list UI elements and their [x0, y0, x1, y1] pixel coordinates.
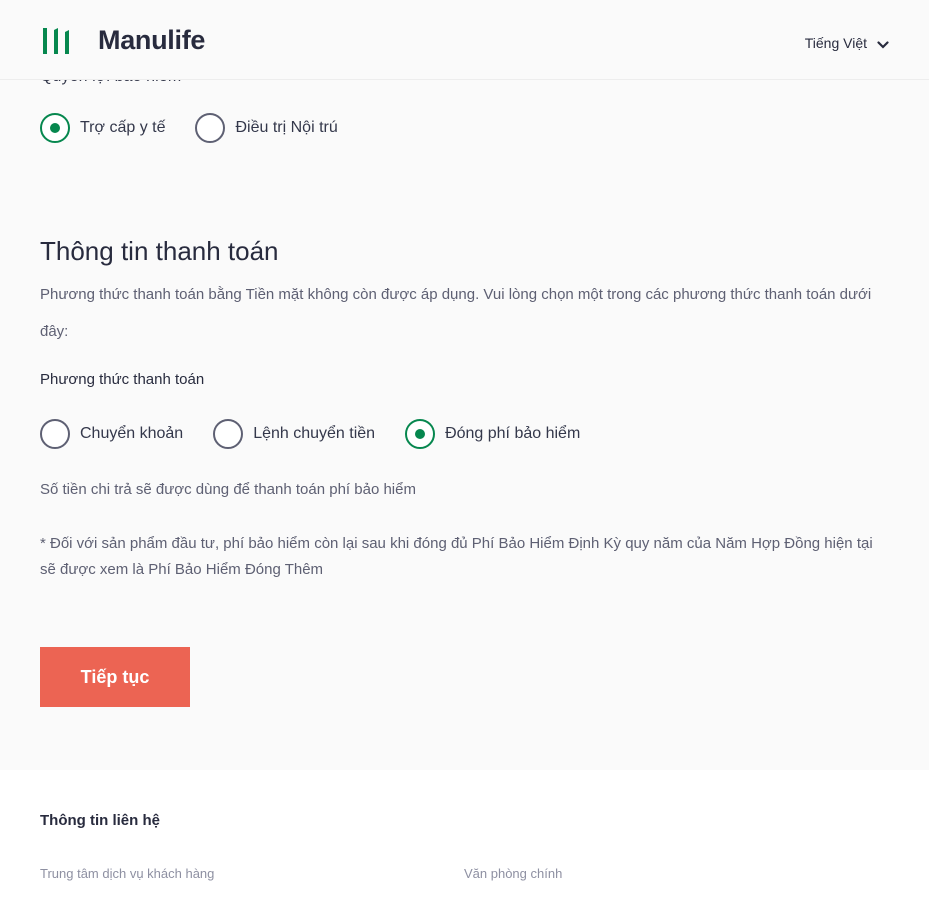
payment-method-radio-group: Chuyển khoản Lệnh chuyển tiền Đóng phí b… [40, 419, 610, 449]
payment-option-label: Chuyển khoản [80, 425, 184, 442]
payment-method-label: Phương thức thanh toán [40, 371, 205, 388]
radio-unchecked-icon[interactable] [40, 419, 70, 449]
benefit-option-label: Trợ cấp y tế [80, 119, 166, 136]
benefit-option-inpatient[interactable]: Điều trị Nội trú [195, 113, 338, 143]
payment-section-title: Thông tin thanh toán [40, 236, 279, 266]
payment-info-text: Số tiền chi trả sẽ được dùng để thanh to… [40, 481, 416, 498]
page: Quyền lợi bảo hiểm Trợ cấp y tế Điều trị… [0, 0, 929, 898]
manulife-logo-icon [43, 27, 69, 54]
benefit-option-label: Điều trị Nội trú [235, 119, 338, 136]
header: Manulife Tiếng Việt [0, 0, 929, 80]
footer-customer-service: Trung tâm dịch vụ khách hàng [40, 866, 215, 881]
radio-checked-icon[interactable] [405, 419, 436, 449]
chevron-down-icon [877, 40, 889, 49]
payment-option-transfer[interactable]: Chuyển khoản [40, 419, 183, 449]
brand-logo[interactable]: Manulife [41, 25, 205, 56]
brand-name: Manulife [98, 25, 206, 55]
benefit-option-medical[interactable]: Trợ cấp y tế [40, 113, 165, 143]
radio-unchecked-icon[interactable] [213, 419, 244, 449]
payment-option-money-order[interactable]: Lệnh chuyển tiền [213, 419, 375, 449]
radio-unchecked-icon[interactable] [195, 113, 226, 143]
payment-option-label: Đóng phí bảo hiểm [445, 425, 581, 442]
benefit-radio-group: Trợ cấp y tế Điều trị Nội trú [40, 113, 368, 143]
payment-description: Phương thức thanh toán bằng Tiền mặt khô… [40, 286, 872, 340]
language-selector[interactable]: Tiếng Việt [805, 35, 889, 51]
payment-option-premium[interactable]: Đóng phí bảo hiểm [405, 419, 580, 449]
payment-option-label: Lệnh chuyển tiền [253, 425, 376, 442]
continue-button[interactable]: Tiếp tục [40, 647, 190, 707]
footer: Thông tin liên hệ Trung tâm dịch vụ khác… [0, 770, 929, 898]
main-content: Quyền lợi bảo hiểm Trợ cấp y tế Điều trị… [0, 0, 929, 770]
language-label: Tiếng Việt [804, 35, 867, 51]
footer-title: Thông tin liên hệ [40, 812, 160, 829]
footer-head-office: Văn phòng chính [464, 866, 563, 881]
radio-checked-icon[interactable] [40, 113, 70, 143]
payment-note-text: * Đối với sản phẩm đầu tư, phí bảo hiểm … [40, 535, 873, 578]
